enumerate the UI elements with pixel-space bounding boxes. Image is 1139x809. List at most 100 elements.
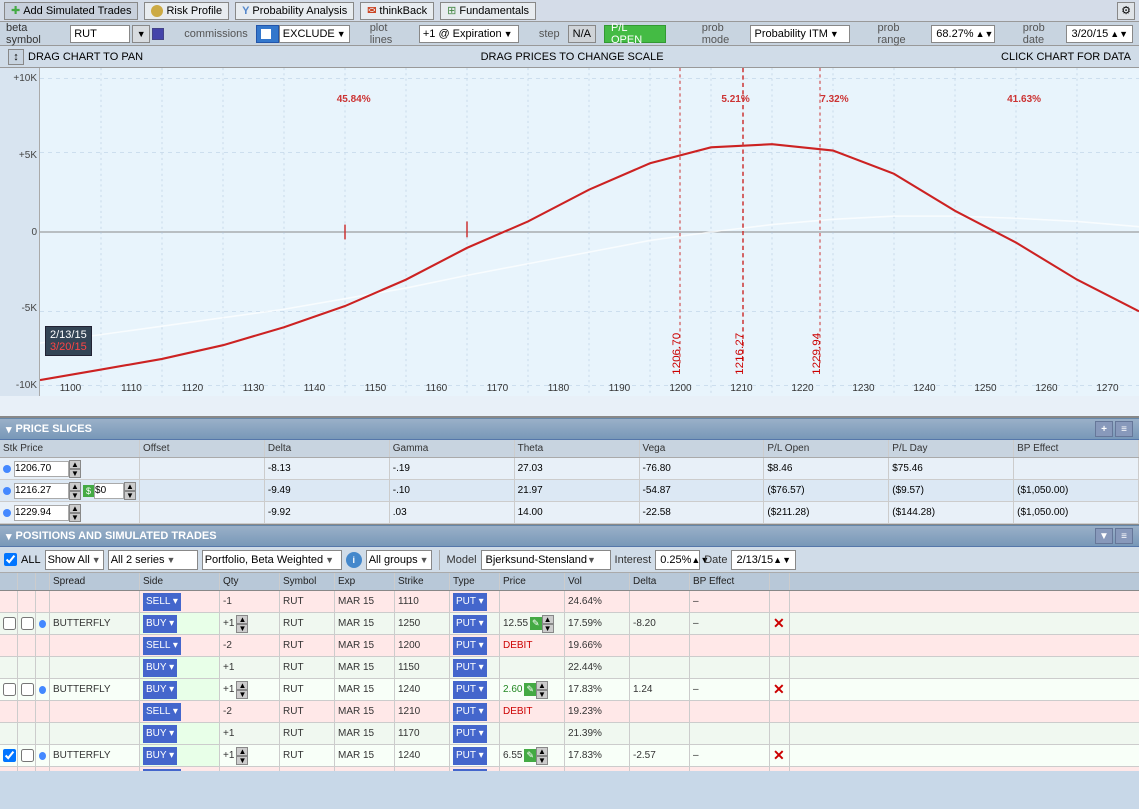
type-dropdown-b1[interactable]: PUT ▾: [453, 615, 487, 633]
td-rmv-b2[interactable]: ✕: [770, 679, 790, 700]
positions-collapse[interactable]: ▾: [6, 530, 12, 543]
type-dropdown-b1b2[interactable]: PUT ▾: [453, 659, 487, 677]
add-simulated-trades-button[interactable]: ✚ Add Simulated Trades: [4, 2, 138, 20]
td-rmv-b1[interactable]: ✕: [770, 613, 790, 634]
price-edit-b3[interactable]: ✎: [524, 749, 536, 762]
td-exp-b1b2: MAR 15: [335, 657, 395, 678]
side-dropdown-s0[interactable]: SELL ▾: [143, 593, 181, 611]
commissions-color-btn[interactable]: [256, 25, 279, 43]
pl-open-btn[interactable]: P/L OPEN: [604, 25, 666, 43]
remove-btn-b1[interactable]: ✕: [773, 615, 785, 632]
th-exp: Exp: [335, 573, 395, 590]
qty-stepper-b1[interactable]: ▲▼: [236, 615, 248, 633]
exclude-dropdown[interactable]: EXCLUDE ▼: [279, 25, 350, 43]
positions-collapse-btn[interactable]: ▼: [1095, 528, 1113, 544]
all-groups-dropdown[interactable]: All groups ▼: [366, 550, 432, 570]
check-b1[interactable]: [3, 617, 16, 630]
chart-expand-btn[interactable]: ↕: [8, 49, 24, 65]
qty-stepper-b2[interactable]: ▲▼: [236, 681, 248, 699]
td-chk-b2b2: [0, 723, 18, 744]
td-dot-b2: [36, 679, 50, 700]
show-all-dropdown[interactable]: Show All ▼: [45, 550, 104, 570]
ps-price-input-2[interactable]: [14, 483, 69, 499]
side-dropdown-b2[interactable]: BUY ▾: [143, 681, 177, 699]
price-slices-collapse[interactable]: ▾: [6, 423, 12, 436]
price-slices-add-btn[interactable]: +: [1095, 421, 1113, 437]
probability-analysis-button[interactable]: Y Probability Analysis: [235, 2, 354, 20]
chart-area[interactable]: +10K +5K 0 -5K -10K: [0, 68, 1139, 418]
fundamentals-button[interactable]: ⊞ Fundamentals: [440, 2, 536, 20]
chart-canvas[interactable]: +10K +5K 0 -5K -10K: [0, 68, 1139, 396]
ps-stepper-2[interactable]: ▲▼: [69, 482, 81, 500]
gear-button[interactable]: ⚙: [1117, 2, 1135, 20]
qty-stepper-b3[interactable]: ▲▼: [236, 747, 248, 765]
plus1-expiration-dropdown[interactable]: +1 @ Expiration ▼: [419, 25, 519, 43]
ps-down-3[interactable]: ▼: [69, 513, 81, 522]
interest-box[interactable]: 0.25% ▲▼: [655, 550, 700, 570]
ps-stepper-2b[interactable]: ▲▼: [124, 482, 136, 500]
side-dropdown-b2s[interactable]: SELL ▾: [143, 703, 181, 721]
side-dropdown-b1[interactable]: BUY ▾: [143, 615, 177, 633]
price-stepper-b3[interactable]: ▲▼: [536, 747, 548, 765]
price-stepper-b2[interactable]: ▲▼: [536, 681, 548, 699]
td-chk-b3: [0, 745, 18, 766]
x-label-1210: 1210: [711, 383, 772, 394]
type-dropdown-b3[interactable]: PUT ▾: [453, 747, 487, 765]
type-dropdown-b1s[interactable]: PUT ▾: [453, 637, 487, 655]
ps-down-2b[interactable]: ▼: [124, 491, 136, 500]
ps-stepper-1[interactable]: ▲▼: [69, 460, 81, 478]
ps-price-input-3[interactable]: [14, 505, 69, 521]
beta-symbol-input[interactable]: RUT: [70, 25, 130, 43]
td-chk2-b2: [18, 679, 36, 700]
price-slices-title: PRICE SLICES: [16, 423, 92, 435]
check2-b3[interactable]: [21, 749, 34, 762]
side-dropdown-b1b2[interactable]: BUY ▾: [143, 659, 177, 677]
portfolio-beta-weighted-dropdown[interactable]: Portfolio, Beta Weighted ▼: [202, 550, 342, 570]
type-dropdown-s0[interactable]: PUT ▾: [453, 593, 487, 611]
ps-up-2b[interactable]: ▲: [124, 482, 136, 491]
td-chk2-s0: [18, 591, 36, 612]
remove-btn-b3[interactable]: ✕: [773, 747, 785, 764]
ps-up-3[interactable]: ▲: [69, 504, 81, 513]
remove-btn-b2[interactable]: ✕: [773, 681, 785, 698]
ps-down-2[interactable]: ▼: [69, 491, 81, 500]
side-dropdown-b1s[interactable]: SELL ▾: [143, 637, 181, 655]
price-edit-b1[interactable]: ✎: [530, 617, 542, 630]
beta-dropdown-btn[interactable]: ▼: [132, 25, 150, 43]
prob-mode-dropdown[interactable]: Probability ITM ▼: [750, 25, 850, 43]
risk-profile-button[interactable]: Risk Profile: [144, 2, 229, 20]
check2-b1[interactable]: [21, 617, 34, 630]
all-2-series-dropdown[interactable]: All 2 series ▼: [108, 550, 198, 570]
check2-b2[interactable]: [21, 683, 34, 696]
ps-up-2[interactable]: ▲: [69, 482, 81, 491]
td-rmv-b3[interactable]: ✕: [770, 745, 790, 766]
ps-price-input-1[interactable]: [14, 461, 69, 477]
side-dropdown-b3s[interactable]: SELL ▾: [143, 769, 181, 772]
ps-offset-input-2[interactable]: [94, 483, 124, 499]
side-dropdown-b2b2[interactable]: BUY ▾: [143, 725, 177, 743]
thinkback-button[interactable]: ✉ thinkBack: [360, 2, 434, 20]
td-exp-s0: MAR 15: [335, 591, 395, 612]
type-dropdown-b2s[interactable]: PUT ▾: [453, 703, 487, 721]
type-dropdown-b2[interactable]: PUT ▾: [453, 681, 487, 699]
type-dropdown-b3s[interactable]: PUT ▾: [453, 769, 487, 772]
prob-date-value[interactable]: 3/20/15 ▲▼: [1066, 25, 1133, 43]
ps-col-price: Stk Price: [0, 440, 140, 457]
model-dropdown[interactable]: Bjerksund-Stensland ▼: [481, 550, 611, 570]
ps-dollar-btn[interactable]: $: [83, 485, 94, 497]
type-dropdown-b2b2[interactable]: PUT ▾: [453, 725, 487, 743]
ps-stepper-3[interactable]: ▲▼: [69, 504, 81, 522]
ps-down-1[interactable]: ▼: [69, 469, 81, 478]
check-b2[interactable]: [3, 683, 16, 696]
ps-up-1[interactable]: ▲: [69, 460, 81, 469]
check-b3[interactable]: [3, 749, 16, 762]
ps-col-gamma: Gamma: [390, 440, 515, 457]
info-icon[interactable]: i: [346, 552, 362, 568]
price-slices-settings-btn[interactable]: ≡: [1115, 421, 1133, 437]
price-edit-b2[interactable]: ✎: [524, 683, 536, 696]
positions-date-ctrl[interactable]: 2/13/15 ▲▼: [731, 550, 796, 570]
all-checkbox[interactable]: [4, 553, 17, 566]
price-stepper-b1[interactable]: ▲▼: [542, 615, 554, 633]
positions-settings-btn[interactable]: ≡: [1115, 528, 1133, 544]
side-dropdown-b3[interactable]: BUY ▾: [143, 747, 177, 765]
